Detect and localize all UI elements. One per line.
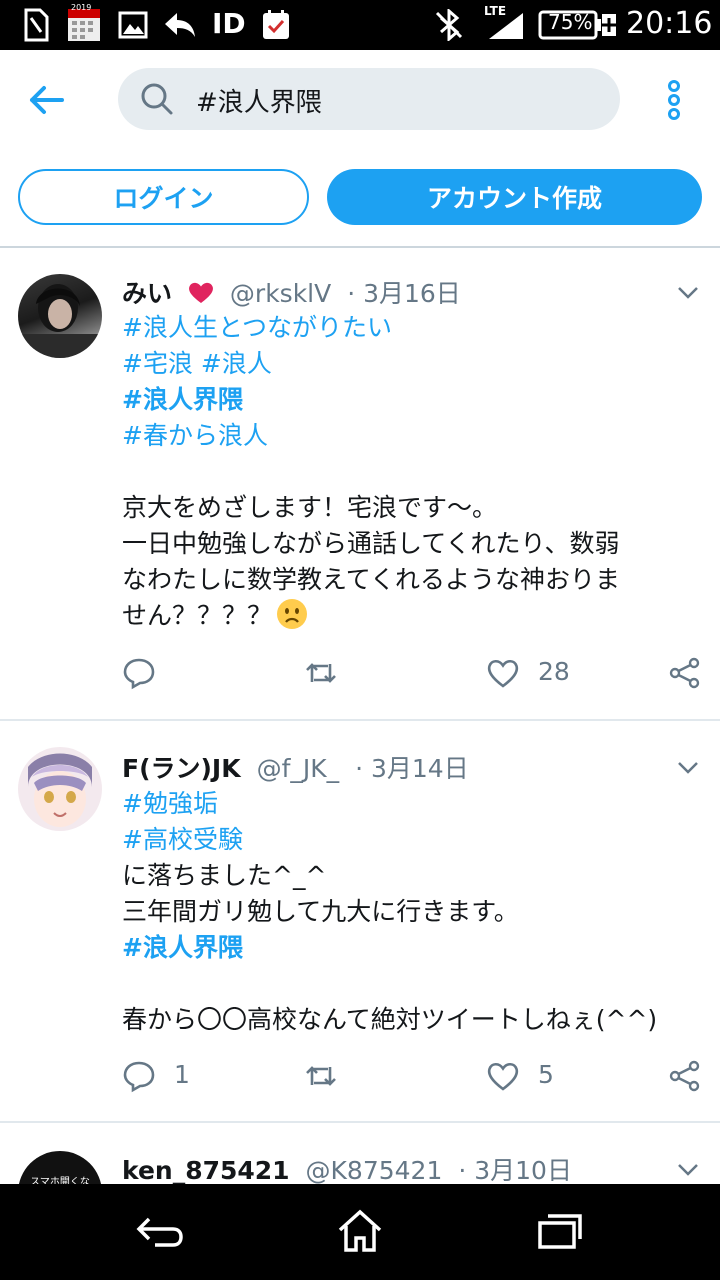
- status-bar: 2019 ID LTE 75% 20:16: [0, 0, 720, 50]
- hashtag-link[interactable]: #浪人生とつながりたい: [122, 310, 712, 346]
- back-button[interactable]: [22, 78, 70, 122]
- tweet-text-line: 三年間ガリ勉して九大に行きます。: [122, 897, 519, 926]
- avatar-text: スマホ開くな: [30, 1177, 90, 1184]
- tweet-text-line: に落ちました^_^: [122, 861, 327, 890]
- screen: 2019 ID LTE 75% 20:16 #浪人界隈 ログイン アカウント作成…: [0, 0, 720, 1280]
- user-handle: @f_JK_: [256, 754, 340, 783]
- tweet-actions: 1 5: [0, 1059, 720, 1099]
- like-count: 5: [538, 1060, 554, 1089]
- chevron-down-icon[interactable]: [676, 755, 700, 779]
- display-name[interactable]: ken_875421: [122, 1156, 290, 1184]
- calendar-year: 2019: [71, 3, 92, 12]
- chevron-down-icon[interactable]: [676, 1157, 700, 1181]
- tweet-item[interactable]: みい @rksklV · 3月16日 #浪人生とつながりたい #宅浪 #浪人 #…: [0, 248, 720, 720]
- tweet-header: F(ラン)JK @f_JK_ · 3月14日: [122, 749, 469, 785]
- tweet-item[interactable]: スマホ開くな ken_875421 @K875421 · 3月10日: [0, 1123, 720, 1184]
- hashtag-link[interactable]: #浪人: [201, 349, 272, 378]
- image-icon: [118, 8, 148, 42]
- retweet-icon[interactable]: [304, 1059, 338, 1093]
- bluetooth-off-icon: [432, 8, 466, 42]
- signup-button[interactable]: アカウント作成: [327, 169, 702, 225]
- hashtag-link[interactable]: #高校受験: [122, 822, 712, 858]
- search-input[interactable]: #浪人界隈: [118, 68, 620, 130]
- hashtag-link-search-term[interactable]: #浪人界隈: [122, 930, 712, 966]
- vertical-dots-icon: [668, 80, 680, 120]
- chevron-down-icon[interactable]: [676, 280, 700, 304]
- retweet-icon[interactable]: [304, 656, 338, 690]
- share-icon[interactable]: [668, 1059, 702, 1093]
- reply-count: 1: [174, 1060, 190, 1089]
- hashtag-link[interactable]: #宅浪: [122, 349, 193, 378]
- tweet-text-line: 一日中勉強しながら通話してくれたり、数弱: [122, 529, 620, 558]
- tweet-date: · 3月14日: [355, 754, 469, 783]
- hashtag-link[interactable]: #春から浪人: [122, 418, 712, 454]
- tweet-actions: 28: [0, 656, 720, 696]
- hashtag-link[interactable]: #勉強垢: [122, 786, 712, 822]
- nav-home-button[interactable]: [332, 1206, 388, 1256]
- sim-card-icon: [22, 8, 50, 42]
- confused-face-emoji-icon: [276, 598, 308, 640]
- tweet-header: ken_875421 @K875421 · 3月10日: [122, 1151, 572, 1184]
- hashtag-link-search-term[interactable]: #浪人界隈: [122, 382, 712, 418]
- calendar-check-icon: [260, 8, 292, 42]
- avatar[interactable]: [18, 274, 102, 358]
- reply-icon[interactable]: [122, 1059, 156, 1093]
- system-nav-bar: [0, 1184, 720, 1280]
- tweet-text-line: なわたしに数学教えてくれるような神おりま: [122, 565, 621, 594]
- login-button[interactable]: ログイン: [18, 169, 309, 225]
- reply-icon[interactable]: [122, 656, 156, 690]
- nav-back-button[interactable]: [132, 1206, 188, 1256]
- back-icon: [136, 1217, 183, 1247]
- nav-recents-button[interactable]: [532, 1206, 588, 1256]
- back-arrow-icon: [30, 86, 64, 114]
- tweet-date: · 3月10日: [458, 1156, 572, 1184]
- like-icon[interactable]: [486, 656, 520, 690]
- clock: 20:16: [626, 6, 713, 41]
- heart-emoji-icon: [188, 281, 214, 311]
- avatar[interactable]: スマホ開くな: [18, 1151, 102, 1184]
- like-icon[interactable]: [486, 1059, 520, 1093]
- tweet-text-line: 京大をめざします！宅浪です〜。: [122, 493, 498, 522]
- share-icon[interactable]: [668, 656, 702, 690]
- user-handle: @rksklV: [229, 279, 332, 308]
- more-options-button[interactable]: [656, 78, 692, 122]
- tweet-text: #浪人生とつながりたい #宅浪 #浪人 #浪人界隈 #春から浪人 京大をめざしま…: [122, 310, 712, 634]
- id-label: ID: [212, 7, 246, 40]
- tweet-date: · 3月16日: [347, 279, 461, 308]
- tweet-text-line: 春から〇〇高校なんて絶対ツイートしねぇ(^^): [122, 1005, 658, 1034]
- search-query: #浪人界隈: [196, 88, 322, 118]
- tweet-item[interactable]: F(ラン)JK @f_JK_ · 3月14日 #勉強垢 #高校受験 に落ちました…: [0, 721, 720, 1121]
- signal-icon: [486, 8, 526, 42]
- calendar-icon: [66, 8, 102, 42]
- display-name[interactable]: F(ラン)JK: [122, 754, 241, 783]
- reply-arrow-icon: [162, 8, 198, 42]
- like-count: 28: [538, 657, 570, 686]
- user-handle: @K875421: [305, 1156, 443, 1184]
- home-icon: [338, 1209, 382, 1252]
- recent-apps-icon: [538, 1214, 582, 1249]
- search-header: #浪人界隈: [0, 50, 720, 150]
- avatar[interactable]: [18, 747, 102, 831]
- display-name[interactable]: みい: [122, 279, 172, 308]
- tweet-text-line: せん？？？？: [122, 601, 273, 630]
- battery-percent: 75%: [548, 10, 593, 34]
- search-icon: [141, 83, 173, 115]
- tweet-text: #勉強垢 #高校受験 に落ちました^_^ 三年間ガリ勉して九大に行きます。 #浪…: [122, 786, 712, 1038]
- tweet-header: みい @rksklV · 3月16日: [122, 274, 461, 311]
